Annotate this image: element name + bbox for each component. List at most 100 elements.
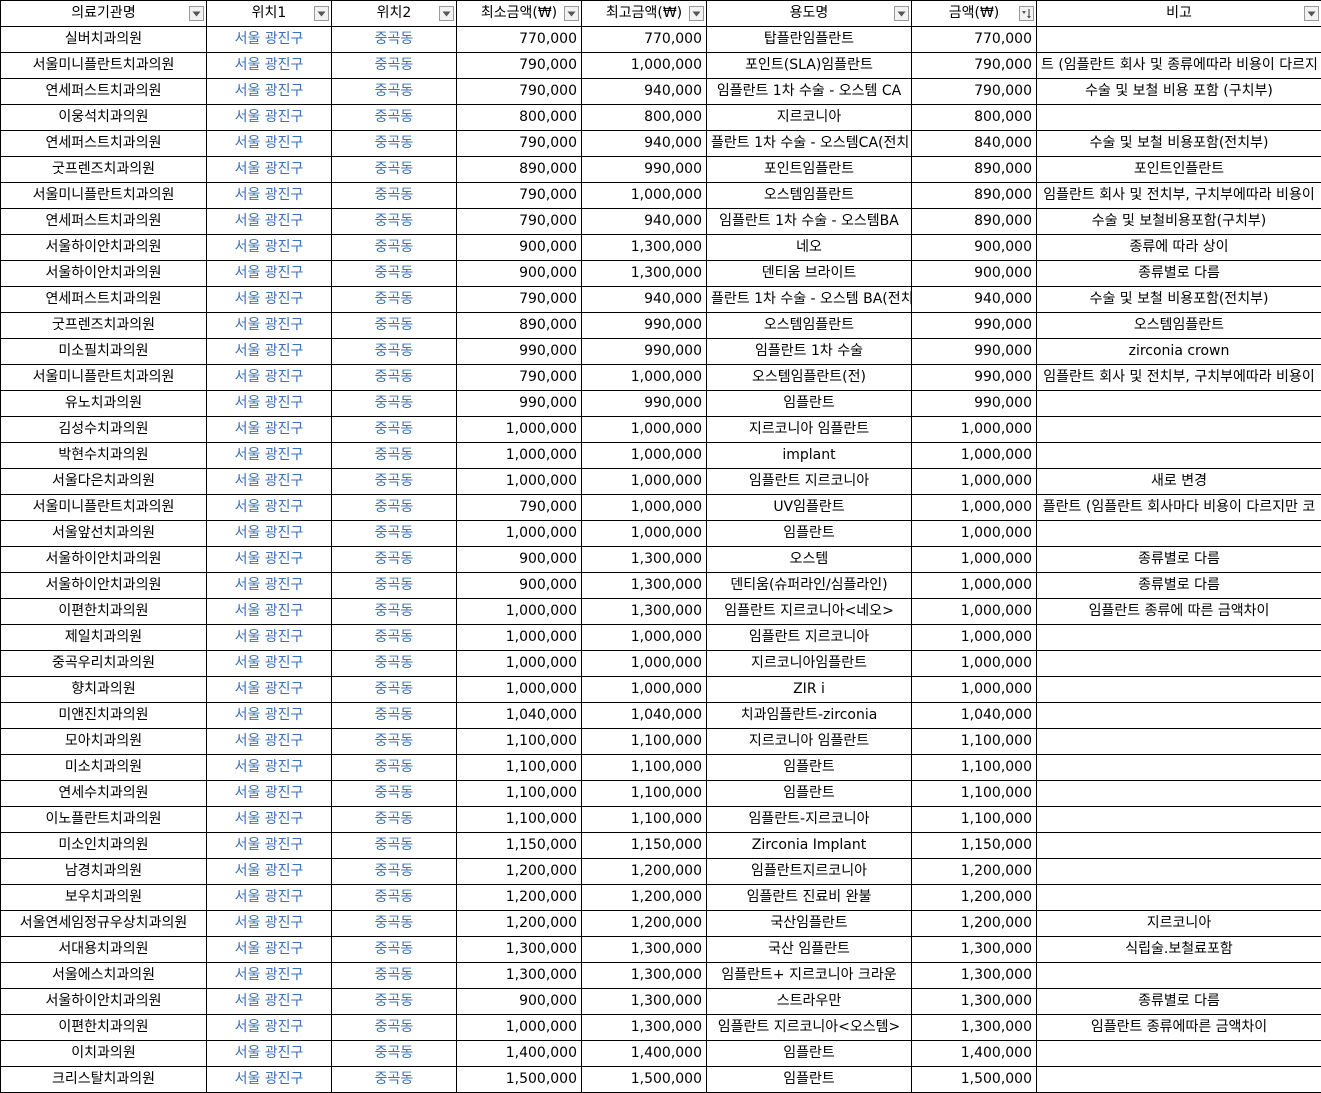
min-price-cell[interactable]: 1,200,000 — [456, 884, 582, 911]
location1-cell[interactable]: 서울 광진구 — [206, 520, 332, 547]
remarks-cell[interactable] — [1036, 1040, 1321, 1067]
institution-name-cell[interactable]: 연세퍼스트치과의원 — [0, 130, 207, 157]
usage-name-cell[interactable]: 임플란트 지르코니아 — [706, 468, 912, 495]
max-price-cell[interactable]: 1,000,000 — [581, 364, 707, 391]
location2-cell[interactable]: 중곡동 — [331, 286, 457, 313]
institution-name-cell[interactable]: 미소인치과의원 — [0, 832, 207, 859]
location2-cell[interactable]: 중곡동 — [331, 78, 457, 105]
location1-cell[interactable]: 서울 광진구 — [206, 1014, 332, 1041]
price-cell[interactable]: 890,000 — [911, 156, 1037, 183]
institution-name-cell[interactable]: 이치과의원 — [0, 1040, 207, 1067]
location1-cell[interactable]: 서울 광진구 — [206, 546, 332, 573]
location2-cell[interactable]: 중곡동 — [331, 468, 457, 495]
location2-cell[interactable]: 중곡동 — [331, 234, 457, 261]
institution-name-cell[interactable]: 굿프렌즈치과의원 — [0, 312, 207, 339]
usage-name-cell[interactable]: 임플란트 — [706, 1066, 912, 1093]
min-price-cell[interactable]: 1,000,000 — [456, 650, 582, 677]
institution-name-cell[interactable]: 서울미니플란트치과의원 — [0, 52, 207, 79]
remarks-cell[interactable] — [1036, 962, 1321, 989]
filter-dropdown-icon[interactable] — [564, 6, 579, 21]
max-price-cell[interactable]: 1,000,000 — [581, 442, 707, 469]
min-price-cell[interactable]: 800,000 — [456, 104, 582, 131]
usage-name-cell[interactable]: 임플란트지르코니아 — [706, 858, 912, 885]
max-price-cell[interactable]: 1,300,000 — [581, 546, 707, 573]
location2-cell[interactable]: 중곡동 — [331, 780, 457, 807]
institution-name-cell[interactable]: 서울에스치과의원 — [0, 962, 207, 989]
location1-cell[interactable]: 서울 광진구 — [206, 702, 332, 729]
remarks-cell[interactable] — [1036, 858, 1321, 885]
remarks-cell[interactable]: 임플란트 회사 및 전치부, 구치부에따라 비용이 — [1036, 364, 1321, 391]
remarks-cell[interactable]: 트 (임플란트 회사 및 종류에따라 비용이 다르지 — [1036, 52, 1321, 79]
price-cell[interactable]: 1,100,000 — [911, 754, 1037, 781]
min-price-cell[interactable]: 1,000,000 — [456, 416, 582, 443]
location1-cell[interactable]: 서울 광진구 — [206, 962, 332, 989]
min-price-cell[interactable]: 1,000,000 — [456, 520, 582, 547]
price-cell[interactable]: 840,000 — [911, 130, 1037, 157]
institution-name-cell[interactable]: 서울하이안치과의원 — [0, 988, 207, 1015]
remarks-cell[interactable]: 수술 및 보철 비용 포함 (구치부) — [1036, 78, 1321, 105]
location1-cell[interactable]: 서울 광진구 — [206, 130, 332, 157]
price-cell[interactable]: 1,000,000 — [911, 572, 1037, 599]
location1-cell[interactable]: 서울 광진구 — [206, 286, 332, 313]
header-price[interactable]: 금액(₩) — [911, 0, 1037, 27]
max-price-cell[interactable]: 1,300,000 — [581, 936, 707, 963]
max-price-cell[interactable]: 940,000 — [581, 208, 707, 235]
remarks-cell[interactable] — [1036, 26, 1321, 53]
institution-name-cell[interactable]: 남경치과의원 — [0, 858, 207, 885]
usage-name-cell[interactable]: UV임플란트 — [706, 494, 912, 521]
filter-dropdown-icon[interactable] — [439, 6, 454, 21]
usage-name-cell[interactable]: 덴티움 브라이트 — [706, 260, 912, 287]
location2-cell[interactable]: 중곡동 — [331, 494, 457, 521]
usage-name-cell[interactable]: 임플란트 — [706, 520, 912, 547]
min-price-cell[interactable]: 900,000 — [456, 988, 582, 1015]
min-price-cell[interactable]: 900,000 — [456, 234, 582, 261]
price-cell[interactable]: 1,300,000 — [911, 988, 1037, 1015]
remarks-cell[interactable] — [1036, 832, 1321, 859]
remarks-cell[interactable]: 지르코니아 — [1036, 910, 1321, 937]
max-price-cell[interactable]: 1,300,000 — [581, 1014, 707, 1041]
max-price-cell[interactable]: 1,100,000 — [581, 728, 707, 755]
location1-cell[interactable]: 서울 광진구 — [206, 234, 332, 261]
location2-cell[interactable]: 중곡동 — [331, 910, 457, 937]
price-cell[interactable]: 790,000 — [911, 78, 1037, 105]
location1-cell[interactable]: 서울 광진구 — [206, 676, 332, 703]
usage-name-cell[interactable]: 임플란트 — [706, 780, 912, 807]
remarks-cell[interactable]: 임플란트 종류에 따른 금액차이 — [1036, 598, 1321, 625]
min-price-cell[interactable]: 770,000 — [456, 26, 582, 53]
max-price-cell[interactable]: 940,000 — [581, 286, 707, 313]
institution-name-cell[interactable]: 서울미니플란트치과의원 — [0, 494, 207, 521]
price-cell[interactable]: 890,000 — [911, 208, 1037, 235]
max-price-cell[interactable]: 990,000 — [581, 338, 707, 365]
location1-cell[interactable]: 서울 광진구 — [206, 468, 332, 495]
filter-sort-ascending-icon[interactable] — [1019, 6, 1034, 21]
header-location2[interactable]: 위치2 — [331, 0, 457, 27]
min-price-cell[interactable]: 1,000,000 — [456, 1014, 582, 1041]
institution-name-cell[interactable]: 박현수치과의원 — [0, 442, 207, 469]
remarks-cell[interactable] — [1036, 884, 1321, 911]
location1-cell[interactable]: 서울 광진구 — [206, 442, 332, 469]
location2-cell[interactable]: 중곡동 — [331, 676, 457, 703]
max-price-cell[interactable]: 990,000 — [581, 390, 707, 417]
institution-name-cell[interactable]: 미앤진치과의원 — [0, 702, 207, 729]
min-price-cell[interactable]: 790,000 — [456, 208, 582, 235]
location1-cell[interactable]: 서울 광진구 — [206, 182, 332, 209]
min-price-cell[interactable]: 900,000 — [456, 572, 582, 599]
min-price-cell[interactable]: 1,200,000 — [456, 910, 582, 937]
min-price-cell[interactable]: 1,000,000 — [456, 598, 582, 625]
usage-name-cell[interactable]: 국산 임플란트 — [706, 936, 912, 963]
max-price-cell[interactable]: 1,000,000 — [581, 182, 707, 209]
institution-name-cell[interactable]: 김성수치과의원 — [0, 416, 207, 443]
price-cell[interactable]: 1,300,000 — [911, 936, 1037, 963]
institution-name-cell[interactable]: 연세수치과의원 — [0, 780, 207, 807]
price-cell[interactable]: 1,000,000 — [911, 546, 1037, 573]
price-cell[interactable]: 1,000,000 — [911, 624, 1037, 651]
location1-cell[interactable]: 서울 광진구 — [206, 598, 332, 625]
usage-name-cell[interactable]: 포인트임플란트 — [706, 156, 912, 183]
price-cell[interactable]: 1,150,000 — [911, 832, 1037, 859]
price-cell[interactable]: 900,000 — [911, 234, 1037, 261]
remarks-cell[interactable]: 플란트 (임플란트 회사마다 비용이 다르지만 코 — [1036, 494, 1321, 521]
max-price-cell[interactable]: 940,000 — [581, 130, 707, 157]
usage-name-cell[interactable]: 임플란트 — [706, 1040, 912, 1067]
institution-name-cell[interactable]: 중곡우리치과의원 — [0, 650, 207, 677]
location2-cell[interactable]: 중곡동 — [331, 1066, 457, 1093]
